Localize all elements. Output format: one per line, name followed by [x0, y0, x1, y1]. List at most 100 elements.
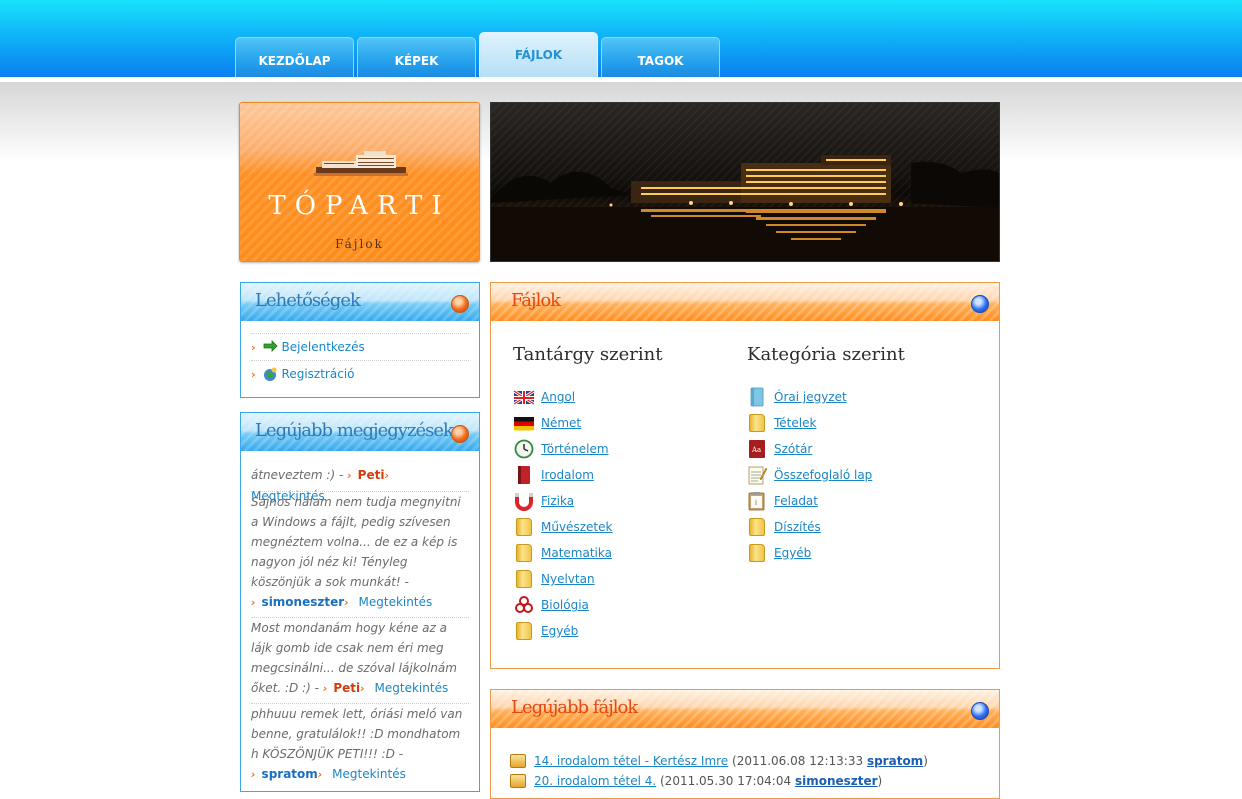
- recent-file-user[interactable]: simoneszter: [795, 774, 878, 788]
- tab-kepek[interactable]: KÉPEK: [357, 37, 476, 77]
- svg-text:Aa: Aa: [751, 446, 761, 454]
- comment-text: átneveztem :) -: [251, 468, 344, 482]
- subject-link[interactable]: Fizika: [541, 494, 574, 508]
- tab-kezdolap[interactable]: KEZDŐLAP: [235, 37, 354, 77]
- comment-author[interactable]: simoneszter: [262, 595, 345, 609]
- recent-file-link[interactable]: 14. irodalom tétel - Kertész Imre: [534, 754, 728, 768]
- by-category-heading: Kategória szerint: [747, 344, 905, 365]
- category-item-egyeb[interactable]: Egyéb: [746, 542, 811, 564]
- comment-text: phhuuu remek lett, óriási meló van benne…: [251, 707, 463, 761]
- subject-link[interactable]: Nyelvtan: [541, 572, 595, 586]
- option-login[interactable]: › Bejelentkezés: [251, 333, 469, 360]
- header-banner-image: [490, 102, 1000, 262]
- category-link[interactable]: Órai jegyzet: [774, 390, 847, 404]
- orange-orb-icon: [451, 295, 469, 313]
- category-link[interactable]: Feladat: [774, 494, 818, 508]
- category-item-szotar[interactable]: Aa Szótár: [746, 438, 812, 460]
- register-link[interactable]: Regisztráció: [282, 367, 355, 381]
- category-link[interactable]: Összefoglaló lap: [774, 468, 872, 482]
- blue-orb-icon: [971, 295, 989, 313]
- category-link[interactable]: Díszítés: [774, 520, 821, 534]
- view-comment-link[interactable]: Megtekintés: [332, 767, 406, 781]
- subject-item-muveszetek[interactable]: Művészetek: [513, 516, 612, 538]
- comment-author[interactable]: Peti: [358, 468, 385, 482]
- folder-icon: [513, 569, 535, 589]
- comment-author[interactable]: spratom: [262, 767, 318, 781]
- site-logo[interactable]: TÓPARTI Fájlok: [239, 102, 480, 262]
- subject-link[interactable]: Irodalom: [541, 468, 594, 482]
- subject-link[interactable]: Angol: [541, 390, 575, 404]
- subject-link[interactable]: Egyéb: [541, 624, 578, 638]
- login-arrow-icon: [263, 340, 278, 352]
- recent-file-date: (2011.06.08 12:13:33: [732, 754, 864, 768]
- notepad-icon: [748, 466, 768, 485]
- subject-link[interactable]: Művészetek: [541, 520, 612, 534]
- recent-file-row: 14. irodalom tétel - Kertész Imre (2011.…: [510, 751, 928, 771]
- clock-icon: [514, 439, 534, 459]
- recent-file-user[interactable]: spratom: [867, 754, 923, 768]
- file-box-icon: [510, 774, 526, 788]
- chevron-right-icon: ›: [347, 469, 352, 482]
- subject-item-fizika[interactable]: Fizika: [513, 490, 574, 512]
- orange-orb-icon: [451, 425, 469, 443]
- login-link[interactable]: Bejelentkezés: [282, 340, 365, 354]
- subject-item-irodalom[interactable]: Irodalom: [513, 464, 594, 486]
- subject-item-nemet[interactable]: Német: [513, 412, 581, 434]
- magnet-icon: [515, 493, 533, 511]
- category-item-diszites[interactable]: Díszítés: [746, 516, 821, 538]
- recent-file-date: (2011.05.30 17:04:04: [660, 774, 792, 788]
- view-comment-link[interactable]: Megtekintés: [359, 595, 433, 609]
- comments-panel-title: Legújabb megjegyzések: [255, 420, 454, 441]
- comments-panel-header: Legújabb megjegyzések: [241, 413, 479, 451]
- chevron-right-icon: ›: [251, 596, 256, 609]
- category-link[interactable]: Egyéb: [774, 546, 811, 560]
- comment-text: Sajnos nálam nem tudja megnyitni a Windo…: [251, 495, 461, 589]
- latest-files-panel-title: Legújabb fájlok: [511, 697, 638, 718]
- options-panel-title: Lehetőségek: [255, 290, 361, 311]
- chevron-right-icon: ›: [384, 469, 390, 482]
- notebook-icon: [750, 387, 764, 407]
- tab-fajlok[interactable]: FÁJLOK: [479, 32, 598, 77]
- subject-item-matematika[interactable]: Matematika: [513, 542, 612, 564]
- subject-link[interactable]: Biológia: [541, 598, 589, 612]
- category-link[interactable]: Szótár: [774, 442, 812, 456]
- by-subject-heading: Tantárgy szerint: [513, 344, 663, 365]
- recent-file-row: 20. irodalom tétel 4. (2011.05.30 17:04:…: [510, 771, 882, 791]
- subject-item-egyeb[interactable]: Egyéb: [513, 620, 578, 642]
- option-register[interactable]: › Regisztráció: [251, 360, 469, 387]
- recent-file-link[interactable]: 20. irodalom tétel 4.: [534, 774, 656, 788]
- clipboard-icon: i: [748, 492, 765, 511]
- subject-link[interactable]: Matematika: [541, 546, 612, 560]
- chevron-right-icon: ›: [344, 596, 349, 609]
- folder-icon: [513, 621, 535, 641]
- category-item-orai-jegyzet[interactable]: Órai jegyzet: [746, 386, 847, 408]
- comment-item: phhuuu remek lett, óriási meló van benne…: [251, 703, 469, 785]
- chevron-right-icon: ›: [317, 768, 323, 781]
- logo-title: TÓPARTI: [268, 191, 451, 221]
- category-item-osszefoglalo-lap[interactable]: Összefoglaló lap: [746, 464, 872, 486]
- comment-author[interactable]: Peti: [333, 681, 360, 695]
- subject-item-biologia[interactable]: Biológia: [513, 594, 589, 616]
- view-comment-link[interactable]: Megtekintés: [375, 681, 449, 695]
- files-panel-header: Fájlok: [491, 283, 999, 321]
- folder-icon: [746, 543, 768, 563]
- tab-tagok[interactable]: TAGOK: [601, 37, 720, 77]
- category-item-feladat[interactable]: i Feladat: [746, 490, 818, 512]
- subject-item-tortenelem[interactable]: Történelem: [513, 438, 609, 460]
- chevron-right-icon: ›: [251, 367, 256, 381]
- latest-files-panel-header: Legújabb fájlok: [491, 690, 999, 728]
- category-item-tetelek[interactable]: Tételek: [746, 412, 816, 434]
- category-link[interactable]: Tételek: [774, 416, 816, 430]
- subject-link[interactable]: Történelem: [541, 442, 609, 456]
- recent-file-close: ): [877, 774, 883, 788]
- subject-link[interactable]: Német: [541, 416, 581, 430]
- folder-icon: [746, 517, 768, 537]
- subject-item-angol[interactable]: Angol: [513, 386, 575, 408]
- building-logo-icon: [314, 151, 408, 176]
- book-icon: [518, 466, 530, 484]
- subject-item-nyelvtan[interactable]: Nyelvtan: [513, 568, 595, 590]
- latest-comments-panel: Legújabb megjegyzések átneveztem :) - › P…: [240, 412, 480, 792]
- folder-icon: [513, 517, 535, 537]
- comment-item: Most mondanám hogy kéne az a lájk gomb i…: [251, 617, 469, 699]
- options-panel-header: Lehetőségek: [241, 283, 479, 321]
